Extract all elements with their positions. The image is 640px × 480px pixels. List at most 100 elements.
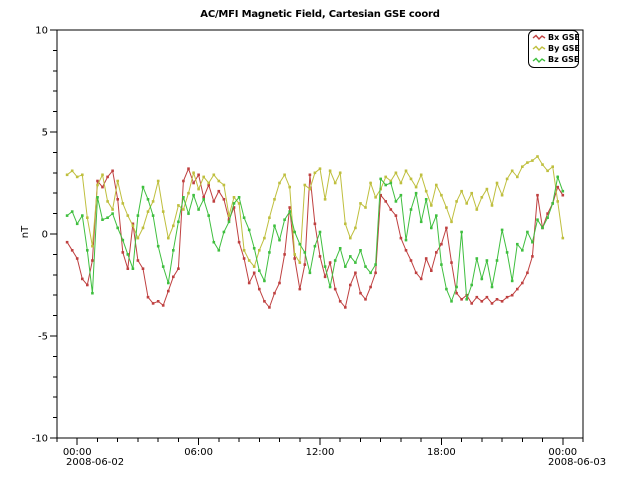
series-marker-by xyxy=(157,180,160,183)
series-marker-bx xyxy=(167,290,170,293)
series-marker-bx xyxy=(81,278,84,281)
series-marker-bx xyxy=(268,306,271,309)
series-marker-by xyxy=(233,196,236,199)
series-marker-by xyxy=(430,204,433,207)
series-marker-bz xyxy=(288,210,291,213)
series-marker-bx xyxy=(91,259,94,262)
series-marker-bz xyxy=(172,249,175,252)
y-tick-label: 0 xyxy=(42,230,48,241)
series-marker-by xyxy=(349,237,352,240)
series-marker-by xyxy=(324,198,327,201)
series-marker-bx xyxy=(116,198,119,201)
series-marker-by xyxy=(304,184,307,187)
series-marker-bx xyxy=(213,200,216,203)
series-marker-bx xyxy=(440,243,443,246)
series-marker-bx xyxy=(314,223,317,226)
series-marker-bx xyxy=(142,267,145,270)
series-marker-bz xyxy=(531,241,534,244)
series-marker-bx xyxy=(106,176,109,179)
series-marker-by xyxy=(465,202,468,205)
series-marker-bx xyxy=(122,251,125,254)
series-marker-bx xyxy=(223,198,226,201)
series-marker-by xyxy=(511,170,514,173)
series-marker-bx xyxy=(470,302,473,305)
series-marker-bz xyxy=(516,243,519,246)
series-marker-bx xyxy=(400,237,403,240)
series-marker-bz xyxy=(415,192,418,195)
series-marker-by xyxy=(334,182,337,185)
series-marker-bx xyxy=(172,276,175,279)
series-marker-bz xyxy=(248,229,251,232)
series-marker-bz xyxy=(258,269,261,272)
series-marker-by xyxy=(243,249,246,252)
y-tick-label: 10 xyxy=(35,26,48,37)
series-marker-bx xyxy=(319,255,322,258)
series-marker-bx xyxy=(137,259,140,262)
series-marker-by xyxy=(137,237,140,240)
series-marker-by xyxy=(319,167,322,170)
x-axis-date-end: 2008-06-03 xyxy=(548,457,606,468)
series-marker-by xyxy=(536,155,539,158)
series-marker-bx xyxy=(258,288,261,291)
series-marker-bz xyxy=(177,221,180,224)
plot-canvas: 00:0006:0012:0018:0000:001050-5-10 xyxy=(0,0,640,480)
series-marker-bz xyxy=(157,245,160,248)
series-marker-by xyxy=(395,172,398,175)
series-marker-by xyxy=(420,174,423,177)
series-marker-bx xyxy=(476,296,479,299)
series-marker-bz xyxy=(334,259,337,262)
series-marker-by xyxy=(521,165,524,168)
bx-legend-marker-icon xyxy=(532,34,546,41)
series-marker-by xyxy=(425,190,428,193)
series-marker-bz xyxy=(465,298,468,301)
series-marker-by xyxy=(496,182,499,185)
legend-item-bx: Bx GSE xyxy=(532,32,577,43)
series-marker-bx xyxy=(157,300,160,303)
series-marker-bz xyxy=(324,265,327,268)
series-marker-by xyxy=(440,194,443,197)
series-marker-bz xyxy=(420,221,423,224)
series-marker-bx xyxy=(496,298,499,301)
series-marker-bz xyxy=(213,241,216,244)
series-marker-by xyxy=(309,188,312,191)
series-marker-bz xyxy=(192,194,195,197)
series-marker-bx xyxy=(324,276,327,279)
series-marker-by xyxy=(278,182,281,185)
legend: Bx GSE By GSE Bz GSE xyxy=(528,30,579,68)
series-marker-bz xyxy=(329,286,332,289)
series-marker-bz xyxy=(207,214,210,217)
series-marker-bz xyxy=(238,196,241,199)
series-marker-by xyxy=(400,182,403,185)
series-marker-bz xyxy=(445,288,448,291)
series-marker-bx xyxy=(491,302,494,305)
series-marker-bx xyxy=(304,263,307,266)
series-marker-bx xyxy=(374,272,377,275)
series-marker-bx xyxy=(364,298,367,301)
series-marker-by xyxy=(516,176,519,179)
series-marker-bx xyxy=(273,292,276,295)
series-marker-bx xyxy=(76,257,79,260)
y-tick-label: -5 xyxy=(38,332,48,343)
series-marker-by xyxy=(268,216,271,219)
series-marker-bx xyxy=(218,190,221,193)
series-marker-bx xyxy=(147,296,150,299)
series-marker-bz xyxy=(116,227,119,230)
series-marker-by xyxy=(415,186,418,189)
series-marker-by xyxy=(435,184,438,187)
series-marker-by xyxy=(541,163,544,166)
series-marker-by xyxy=(314,172,317,175)
series-marker-bx xyxy=(349,284,352,287)
series-marker-by xyxy=(197,188,200,191)
series-marker-bx xyxy=(309,174,312,177)
series-marker-by xyxy=(481,196,484,199)
series-marker-bx xyxy=(238,241,241,244)
series-marker-bz xyxy=(86,249,89,252)
series-marker-bz xyxy=(142,186,145,189)
series-marker-by xyxy=(329,170,332,173)
series-marker-by xyxy=(253,265,256,268)
series-marker-bz xyxy=(526,231,529,234)
series-marker-bz xyxy=(384,184,387,187)
series-marker-bz xyxy=(228,221,231,224)
series-marker-bz xyxy=(546,216,549,219)
series-marker-bx xyxy=(435,251,438,254)
